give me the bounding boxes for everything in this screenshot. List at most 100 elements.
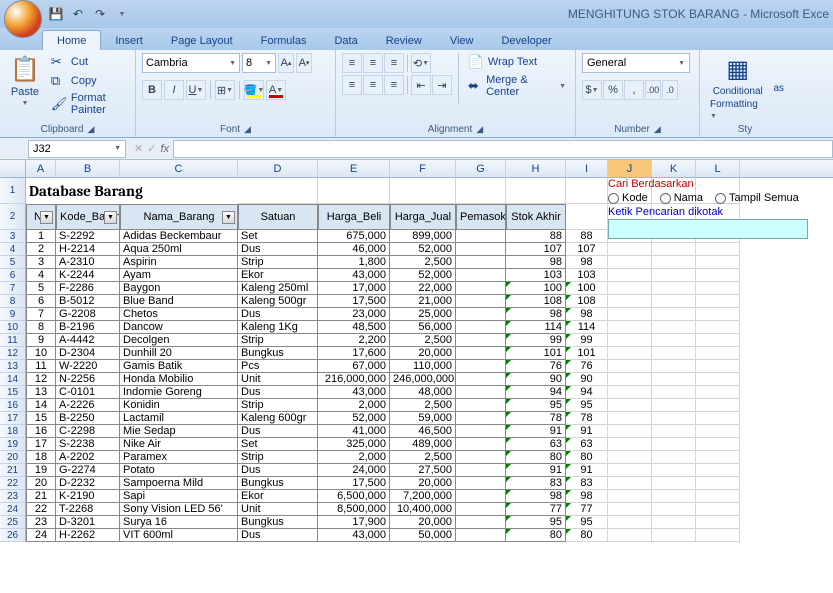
cell[interactable]: A-2226: [56, 399, 120, 412]
cell[interactable]: [456, 503, 506, 516]
cell[interactable]: 76: [566, 360, 608, 373]
cell[interactable]: 8: [26, 321, 56, 334]
cell[interactable]: D-2232: [56, 477, 120, 490]
cell[interactable]: Baygon: [120, 282, 238, 295]
cell[interactable]: 7,200,000: [390, 490, 456, 503]
cell[interactable]: 20,000: [390, 477, 456, 490]
cell[interactable]: 107: [566, 243, 608, 256]
col-header-I[interactable]: I: [566, 160, 608, 177]
cell[interactable]: [608, 425, 652, 438]
cell[interactable]: 108: [566, 295, 608, 308]
cell[interactable]: 22: [26, 503, 56, 516]
cell[interactable]: [652, 308, 696, 321]
cell[interactable]: 46,000: [318, 243, 390, 256]
cell[interactable]: [652, 464, 696, 477]
cell[interactable]: Dus: [238, 529, 318, 542]
cell[interactable]: [696, 464, 740, 477]
cell[interactable]: 101: [566, 347, 608, 360]
cell[interactable]: 17,500: [318, 477, 390, 490]
cell[interactable]: K-2190: [56, 490, 120, 503]
radio-tampil-semua[interactable]: Tampil Semua: [715, 192, 799, 204]
cell[interactable]: [608, 321, 652, 334]
cell[interactable]: 5: [26, 282, 56, 295]
cell[interactable]: Aqua 250ml: [120, 243, 238, 256]
qat-customize-icon[interactable]: ▼: [112, 4, 132, 24]
cell[interactable]: 216,000,000: [318, 373, 390, 386]
cell[interactable]: [456, 321, 506, 334]
tab-page-layout[interactable]: Page Layout: [157, 31, 247, 50]
cell[interactable]: 94: [506, 386, 566, 399]
cell[interactable]: [652, 516, 696, 529]
search-input[interactable]: [608, 219, 808, 239]
cell[interactable]: 99: [506, 334, 566, 347]
cell[interactable]: 7: [26, 308, 56, 321]
cell[interactable]: 103: [506, 269, 566, 282]
increase-decimal-button[interactable]: .00: [645, 80, 661, 100]
cell[interactable]: 17,500: [318, 295, 390, 308]
cell[interactable]: G-2208: [56, 308, 120, 321]
cell[interactable]: 56,000: [390, 321, 456, 334]
cell[interactable]: 12: [26, 373, 56, 386]
cell[interactable]: [696, 503, 740, 516]
cell[interactable]: [696, 373, 740, 386]
cell[interactable]: [608, 308, 652, 321]
cell[interactable]: 27,500: [390, 464, 456, 477]
cell[interactable]: 98: [566, 490, 608, 503]
cell[interactable]: 52,000: [390, 243, 456, 256]
row-header[interactable]: 24: [0, 503, 26, 516]
cell[interactable]: Gamis Batik: [120, 360, 238, 373]
cell[interactable]: Blue Band: [120, 295, 238, 308]
cell[interactable]: 110,000: [390, 360, 456, 373]
row-header[interactable]: 19: [0, 438, 26, 451]
cell[interactable]: Kaleng 600gr: [238, 412, 318, 425]
decrease-decimal-button[interactable]: .0: [662, 80, 678, 100]
cell[interactable]: Strip: [238, 334, 318, 347]
filter-arrow-icon[interactable]: ▼: [222, 211, 235, 224]
cell[interactable]: 24: [26, 529, 56, 542]
office-button[interactable]: [4, 0, 42, 38]
cell[interactable]: [608, 256, 652, 269]
cell[interactable]: 2,200: [318, 334, 390, 347]
cell[interactable]: Strip: [238, 399, 318, 412]
cell[interactable]: [608, 412, 652, 425]
increase-indent-button[interactable]: ⇥: [432, 75, 452, 95]
cell[interactable]: B-2196: [56, 321, 120, 334]
shrink-font-button[interactable]: A▾: [296, 53, 312, 73]
conditional-formatting-button[interactable]: ▦ Conditional Formatting ▼: [706, 53, 769, 123]
font-size-combo[interactable]: 8▼: [242, 53, 276, 73]
cell[interactable]: [456, 360, 506, 373]
cell[interactable]: [652, 477, 696, 490]
copy-button[interactable]: ⧉Copy: [48, 72, 129, 90]
cell[interactable]: [456, 386, 506, 399]
fill-color-button[interactable]: 🪣▼: [244, 80, 264, 100]
cell[interactable]: D-2304: [56, 347, 120, 360]
cell[interactable]: 25,000: [390, 308, 456, 321]
cell[interactable]: 17: [26, 438, 56, 451]
tab-developer[interactable]: Developer: [487, 31, 565, 50]
cell[interactable]: [506, 178, 566, 204]
grow-font-button[interactable]: A▴: [278, 53, 294, 73]
cell[interactable]: 22,000: [390, 282, 456, 295]
cell[interactable]: 675,000: [318, 230, 390, 243]
cell[interactable]: 23: [26, 516, 56, 529]
cell[interactable]: Paramex: [120, 451, 238, 464]
cell[interactable]: [608, 503, 652, 516]
tab-view[interactable]: View: [436, 31, 488, 50]
cell[interactable]: Lactamil: [120, 412, 238, 425]
cell[interactable]: 101: [506, 347, 566, 360]
cell[interactable]: 23,000: [318, 308, 390, 321]
row-header[interactable]: 2: [0, 204, 26, 230]
dialog-launcher-icon[interactable]: ◢: [244, 124, 251, 135]
cell[interactable]: 48,500: [318, 321, 390, 334]
cell[interactable]: 114: [506, 321, 566, 334]
cell[interactable]: Strip: [238, 256, 318, 269]
cell[interactable]: 80: [566, 529, 608, 542]
cell[interactable]: [456, 425, 506, 438]
table-header[interactable]: Satuan: [238, 204, 318, 230]
row-header[interactable]: 18: [0, 425, 26, 438]
cell[interactable]: Pcs: [238, 360, 318, 373]
row-header[interactable]: 9: [0, 308, 26, 321]
cell[interactable]: Dus: [238, 386, 318, 399]
cell[interactable]: Potato: [120, 464, 238, 477]
cell[interactable]: [652, 373, 696, 386]
